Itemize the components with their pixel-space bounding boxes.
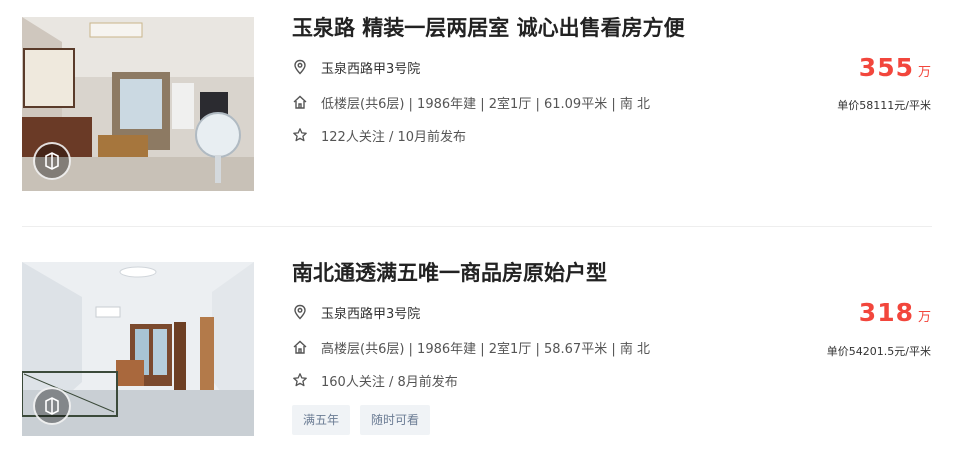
total-price-unit: 万	[917, 310, 931, 325]
house-icon	[293, 95, 307, 109]
total-price: 318 万	[859, 298, 931, 327]
address-link[interactable]: 玉泉西路甲3号院	[321, 303, 420, 322]
address-row: 玉泉西路甲3号院	[292, 302, 420, 322]
follow-info: 160人关注 / 8月前发布	[321, 374, 458, 390]
star-icon	[293, 373, 307, 387]
house-info-row: 低楼层(共6层) | 1986年建 | 2室1厅 | 61.09平米 | 南 北	[292, 92, 650, 112]
total-price-value: 355	[858, 53, 914, 82]
tag-list: 满五年 随时可看	[292, 405, 431, 435]
tag-full-five-years: 满五年	[292, 405, 351, 435]
unit-price: 单价58111元/平米	[837, 99, 931, 112]
star-icon	[293, 128, 307, 142]
total-price-unit: 万	[917, 65, 931, 80]
vr-tour-icon	[33, 142, 71, 180]
listing-card: 玉泉路 精装一层两居室 诚心出售看房方便 玉泉西路甲3号院 低楼层(共6层) |…	[0, 0, 961, 228]
listing-photo[interactable]	[22, 262, 254, 436]
listing-card: 南北通透满五唯一商品房原始户型 玉泉西路甲3号院 高楼层(共6层) | 1986…	[0, 228, 961, 452]
follow-info-row: 160人关注 / 8月前发布	[292, 370, 458, 390]
total-price: 355 万	[859, 53, 931, 82]
listing-title[interactable]: 玉泉路 精装一层两居室 诚心出售看房方便	[292, 14, 685, 42]
house-info-row: 高楼层(共6层) | 1986年建 | 2室1厅 | 58.67平米 | 南 北	[292, 337, 650, 357]
location-pin-icon	[294, 59, 306, 75]
divider	[22, 226, 932, 227]
unit-price: 单价54201.5元/平米	[826, 345, 931, 358]
follow-info: 122人关注 / 10月前发布	[321, 129, 466, 145]
house-icon	[293, 340, 307, 354]
tag-viewable-anytime: 随时可看	[360, 405, 431, 435]
total-price-value: 318	[858, 298, 914, 327]
house-info: 低楼层(共6层) | 1986年建 | 2室1厅 | 61.09平米 | 南 北	[321, 96, 650, 112]
address-row: 玉泉西路甲3号院	[292, 57, 420, 77]
follow-info-row: 122人关注 / 10月前发布	[292, 125, 466, 145]
address-link[interactable]: 玉泉西路甲3号院	[321, 58, 420, 77]
house-info: 高楼层(共6层) | 1986年建 | 2室1厅 | 58.67平米 | 南 北	[321, 341, 650, 357]
listing-title[interactable]: 南北通透满五唯一商品房原始户型	[292, 259, 607, 287]
listing-photo[interactable]	[22, 17, 254, 191]
location-pin-icon	[294, 304, 306, 320]
vr-tour-icon	[33, 387, 71, 425]
